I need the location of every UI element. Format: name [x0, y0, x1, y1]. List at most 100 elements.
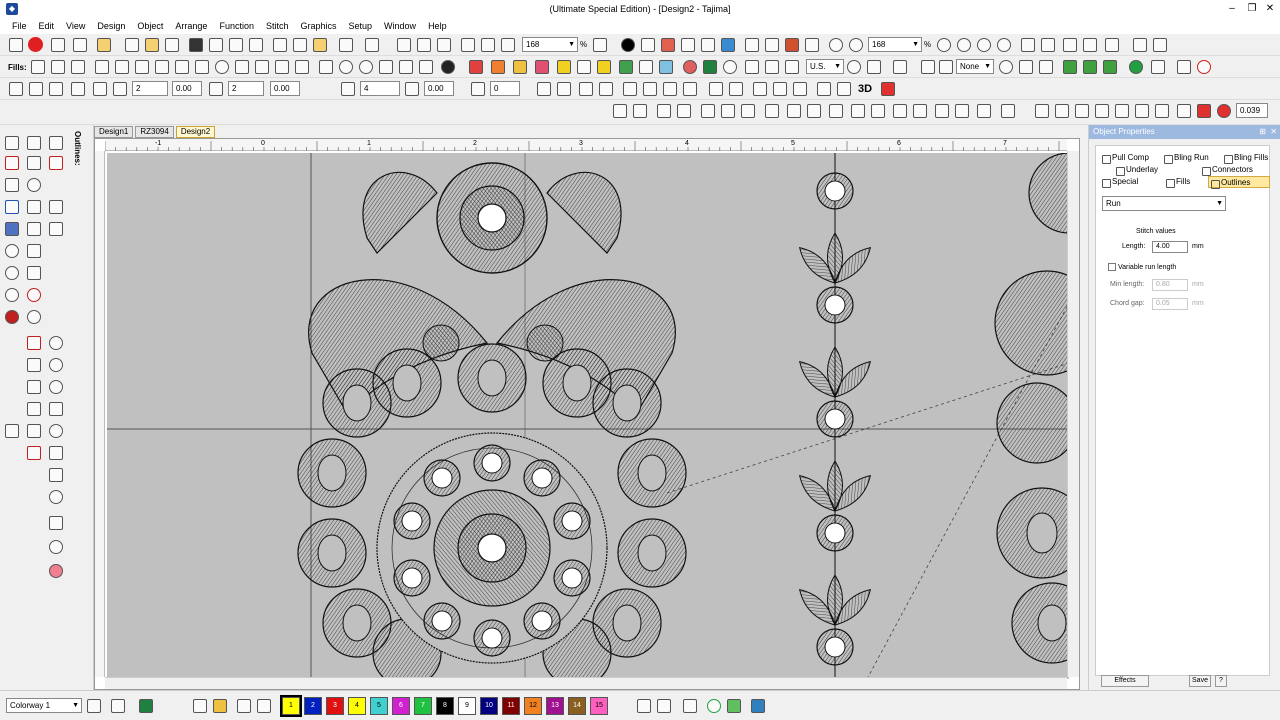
- shape-tool7-icon[interactable]: [1154, 103, 1171, 119]
- distribute4-icon[interactable]: [954, 103, 971, 119]
- length-input[interactable]: 4.00: [1152, 241, 1188, 253]
- shape-tool5-icon[interactable]: [1114, 103, 1131, 119]
- zoom-combo-left[interactable]: 168 ▼: [522, 37, 578, 52]
- feather-yellow-icon[interactable]: [512, 59, 529, 75]
- align-right-icon[interactable]: [806, 103, 823, 119]
- color-swatch[interactable]: 14: [568, 697, 586, 715]
- colorway-select[interactable]: Colorway 1 ▼: [6, 698, 82, 713]
- green-arrow3-icon[interactable]: [1102, 59, 1119, 75]
- zoom-combo-right[interactable]: 168 ▼: [868, 37, 922, 52]
- sew4-icon[interactable]: [682, 81, 699, 97]
- wilcom-icon[interactable]: [28, 37, 43, 52]
- menu-view[interactable]: View: [60, 21, 91, 31]
- select-icon[interactable]: [612, 103, 629, 119]
- bulb-icon[interactable]: [50, 37, 67, 53]
- tab-outlines[interactable]: Outlines: [1208, 176, 1270, 189]
- distribute-icon[interactable]: [892, 103, 909, 119]
- loop2-tool-icon[interactable]: [48, 357, 66, 375]
- red-zigzag-icon[interactable]: [48, 155, 66, 173]
- dots-color2-icon[interactable]: [938, 59, 955, 75]
- grid-small-icon[interactable]: [112, 81, 129, 97]
- menu-setup[interactable]: Setup: [343, 21, 379, 31]
- globe-tool-icon[interactable]: [48, 539, 66, 557]
- fill-dots-icon[interactable]: [234, 59, 251, 75]
- target2-icon[interactable]: [1018, 59, 1035, 75]
- view-icon[interactable]: [640, 37, 657, 53]
- menu-edit[interactable]: Edit: [33, 21, 61, 31]
- split-icon[interactable]: [752, 81, 769, 97]
- redraw-icon[interactable]: [436, 37, 453, 53]
- box-icon[interactable]: [92, 81, 109, 97]
- hand-icon[interactable]: [4, 177, 22, 195]
- transform2-icon[interactable]: [1152, 37, 1169, 53]
- tab-bling-fills[interactable]: Bling Fills: [1222, 152, 1268, 164]
- zoom-search-icon[interactable]: [828, 37, 845, 53]
- print-icon[interactable]: [228, 37, 245, 53]
- home-icon[interactable]: [8, 37, 25, 53]
- value-field-6[interactable]: 0.00: [424, 81, 454, 96]
- align-left-icon[interactable]: [764, 103, 781, 119]
- fill-cross-icon[interactable]: [274, 59, 291, 75]
- panel-close-icon[interactable]: ✕: [1270, 125, 1277, 139]
- object-icon[interactable]: [804, 37, 821, 53]
- minimize-button[interactable]: –: [1222, 2, 1242, 16]
- tab-fills[interactable]: Fills: [1164, 176, 1190, 188]
- tab-rz3094[interactable]: RZ3094: [135, 125, 174, 138]
- distribute5-icon[interactable]: [976, 103, 993, 119]
- mirror3-icon[interactable]: [578, 81, 595, 97]
- tab-design1[interactable]: Design1: [94, 125, 134, 138]
- arrows2-icon[interactable]: [28, 81, 45, 97]
- value-field-1[interactable]: 2: [132, 81, 168, 96]
- feather-pink-icon[interactable]: [534, 59, 551, 75]
- embroidery-icon[interactable]: [596, 59, 613, 75]
- feather-red-icon[interactable]: [468, 59, 485, 75]
- palette-icon[interactable]: [680, 37, 697, 53]
- refresh-tool-icon[interactable]: [48, 379, 66, 397]
- shape-tool6-icon[interactable]: [1134, 103, 1151, 119]
- lock2-icon[interactable]: [676, 103, 693, 119]
- person-icon[interactable]: [784, 37, 801, 53]
- value-field-2[interactable]: 0.00: [172, 81, 202, 96]
- color-swatch[interactable]: 12: [524, 697, 542, 715]
- sparkle-icon[interactable]: [892, 59, 909, 75]
- thread-chart-icon[interactable]: [636, 698, 653, 714]
- spool-icon[interactable]: [750, 698, 767, 714]
- feather-orange-icon[interactable]: [490, 59, 507, 75]
- shape-tool4-icon[interactable]: [1094, 103, 1111, 119]
- thread-chart2-icon[interactable]: [656, 698, 673, 714]
- chord-gap-input[interactable]: 0.05: [1152, 298, 1188, 310]
- rectangle-icon[interactable]: [744, 59, 761, 75]
- fill-zigzag-icon[interactable]: [30, 59, 47, 75]
- distribute2-icon[interactable]: [912, 103, 929, 119]
- travel-icon[interactable]: [396, 37, 413, 53]
- zigzag-tool-icon[interactable]: [4, 155, 22, 173]
- save-icon[interactable]: [188, 37, 205, 53]
- moon-icon[interactable]: [440, 59, 457, 75]
- menu-design[interactable]: Design: [91, 21, 131, 31]
- arrow-tool-icon[interactable]: [556, 59, 573, 75]
- pencil-icon[interactable]: [212, 698, 229, 714]
- color-swatch[interactable]: 11: [502, 697, 520, 715]
- stitch-player-icon[interactable]: [460, 37, 477, 53]
- export-icon[interactable]: [208, 37, 225, 53]
- align-top-icon[interactable]: [828, 103, 845, 119]
- target-icon[interactable]: [998, 59, 1015, 75]
- green-circle-icon[interactable]: [1128, 59, 1145, 75]
- measure-icon[interactable]: [744, 37, 761, 53]
- menu-window[interactable]: Window: [378, 21, 422, 31]
- info-icon[interactable]: [620, 37, 637, 53]
- s-curve-tool-icon[interactable]: [48, 467, 66, 485]
- fill-satin-icon[interactable]: [94, 59, 111, 75]
- zoom-in-icon[interactable]: [936, 37, 953, 53]
- stitch-player3-icon[interactable]: [500, 37, 517, 53]
- menu-file[interactable]: File: [6, 21, 33, 31]
- stitch-edit3-icon[interactable]: [740, 103, 757, 119]
- arc2-icon[interactable]: [836, 81, 853, 97]
- eyedropper-icon[interactable]: [192, 698, 209, 714]
- diamond-tool-icon[interactable]: [4, 221, 22, 239]
- wand-tool-icon[interactable]: [26, 401, 44, 419]
- split3-icon[interactable]: [792, 81, 809, 97]
- save-button[interactable]: Save: [1189, 675, 1211, 687]
- tool-a-icon[interactable]: [48, 135, 66, 153]
- fill-grid-icon[interactable]: [174, 59, 191, 75]
